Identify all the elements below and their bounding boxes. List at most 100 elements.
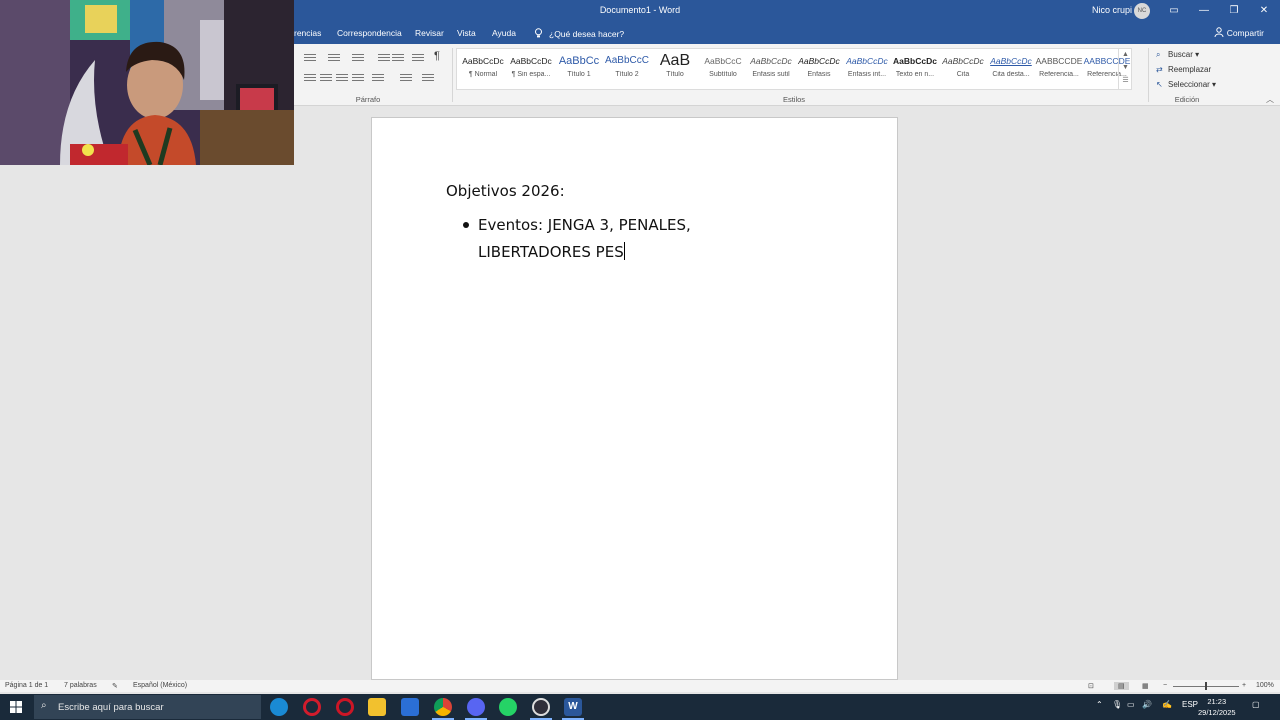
chrome-icon[interactable] (434, 698, 452, 716)
tab-view[interactable]: Vista (457, 28, 476, 38)
print-layout-icon[interactable]: ▤ (1114, 682, 1129, 690)
style-subtle-emphasis[interactable]: AaBbCcDc Énfasis sutil (747, 53, 795, 87)
opera-icon[interactable] (336, 698, 354, 716)
bullet-text-line-1[interactable]: Eventos: JENGA 3, PENALES, (478, 216, 691, 234)
style-no-spacing[interactable]: AaBbCcDc ¶ Sin espa... (507, 53, 555, 87)
style-name: Título 1 (567, 71, 591, 78)
microsoft-store-icon[interactable] (401, 698, 419, 716)
chevron-down-icon[interactable]: ▼ (1119, 61, 1132, 74)
clock[interactable]: 21:23 29/12/2025 (1198, 696, 1236, 718)
style-name: Cita (956, 71, 970, 78)
share-label: Compartir (1226, 28, 1264, 38)
more-styles-icon[interactable]: ☰ (1119, 74, 1132, 87)
style-sample: AaBbCcDc (942, 56, 984, 66)
zoom-out-button[interactable]: − (1163, 682, 1167, 689)
proofing-icon[interactable]: ✎ (112, 682, 118, 690)
notifications-icon[interactable]: ▢ (1252, 700, 1260, 709)
style-heading-1[interactable]: AaBbCc Título 1 (555, 53, 603, 87)
start-button[interactable] (0, 694, 32, 720)
select-button[interactable]: ↖ Seleccionar ▾ (1156, 77, 1216, 92)
numbering-icon[interactable] (328, 52, 340, 62)
shading-icon[interactable] (400, 72, 412, 82)
pen-icon[interactable]: ✍ (1162, 700, 1172, 709)
style-intense-emphasis[interactable]: AaBbCcDc Énfasis int... (843, 53, 891, 87)
edge-icon[interactable] (270, 698, 288, 716)
ribbon-display-icon[interactable]: ▭ (1164, 3, 1184, 19)
style-quote[interactable]: AaBbCcDc Cita (939, 53, 987, 87)
web-layout-icon[interactable]: ▦ (1142, 682, 1149, 690)
decrease-indent-icon[interactable] (378, 52, 390, 62)
bullet-text-line-2[interactable]: LIBERTADORES PES (478, 242, 625, 261)
borders-icon[interactable] (422, 72, 434, 82)
tell-me-box[interactable]: ¿Qué desea hacer? (534, 28, 624, 39)
zoom-level[interactable]: 100% (1256, 682, 1274, 689)
opera-gx-icon[interactable] (303, 698, 321, 716)
word-count[interactable]: 7 palabras (64, 682, 97, 689)
user-name[interactable]: Nico crupi (1092, 5, 1132, 15)
show-formatting-icon[interactable]: ¶ (434, 50, 440, 62)
document-page[interactable]: Objetivos 2026: Eventos: JENGA 3, PENALE… (371, 117, 898, 680)
collapse-ribbon-icon[interactable]: ︿ (1266, 94, 1274, 105)
tab-help[interactable]: Ayuda (492, 28, 516, 38)
style-subtitle[interactable]: AaBbCcC Subtítulo (699, 53, 747, 87)
file-explorer-icon[interactable] (368, 698, 386, 716)
style-name: Énfasis int... (847, 71, 887, 78)
tab-review[interactable]: Revisar (415, 28, 444, 38)
style-name: Título (666, 71, 684, 78)
whatsapp-icon[interactable] (499, 698, 517, 716)
zoom-slider-thumb[interactable] (1205, 682, 1207, 690)
styles-gallery-scroll[interactable]: ▲ ▼ ☰ (1118, 48, 1132, 90)
language-indicator[interactable]: Español (México) (133, 682, 187, 689)
align-left-icon[interactable] (304, 72, 316, 82)
find-button[interactable]: ⌕ Buscar ▾ (1156, 47, 1216, 62)
lightbulb-icon (535, 28, 542, 38)
ribbon-separator (1148, 48, 1149, 102)
style-sample: AaBbCc (558, 55, 600, 67)
style-heading-2[interactable]: AaBbCcC Título 2 (603, 53, 651, 87)
close-button[interactable]: ✕ (1254, 3, 1274, 19)
focus-mode-icon[interactable]: ⊡ (1088, 682, 1094, 690)
style-name: Referencia... (1039, 71, 1079, 78)
line-spacing-icon[interactable] (372, 72, 384, 82)
style-emphasis[interactable]: AaBbCcDc Énfasis (795, 53, 843, 87)
search-icon: ⌕ (41, 700, 47, 711)
align-right-icon[interactable] (336, 72, 348, 82)
input-language[interactable]: ESP (1182, 700, 1198, 709)
multilevel-list-icon[interactable] (352, 52, 364, 62)
word-icon[interactable]: W (564, 698, 582, 716)
style-subtle-reference[interactable]: AABBCCDE Referencia... (1035, 53, 1083, 87)
restore-button[interactable]: ❐ (1224, 3, 1244, 19)
align-center-icon[interactable] (320, 72, 332, 82)
user-avatar[interactable]: NC (1134, 3, 1150, 19)
zoom-in-button[interactable]: + (1242, 682, 1246, 689)
editing-group-label: Edición (1174, 95, 1200, 104)
replace-button[interactable]: ⇄ Reemplazar (1156, 62, 1216, 77)
increase-indent-icon[interactable] (392, 52, 404, 62)
style-strong[interactable]: AaBbCcDc Texto en n... (891, 53, 939, 87)
style-normal[interactable]: AaBbCcDc ¶ Normal (459, 53, 507, 87)
chevron-up-icon[interactable]: ▲ (1119, 48, 1132, 61)
tab-references[interactable]: rencias (294, 28, 321, 38)
taskbar-search[interactable]: ⌕ Escribe aquí para buscar (34, 695, 261, 719)
microphone-icon[interactable]: 🎙 (1112, 700, 1122, 709)
network-icon[interactable]: ▭ (1127, 700, 1135, 709)
discord-icon[interactable] (467, 698, 485, 716)
tab-mailings[interactable]: Correspondencia (337, 28, 402, 38)
share-button[interactable]: Compartir (1214, 27, 1264, 38)
obs-icon[interactable] (532, 698, 550, 716)
chevron-up-icon[interactable]: ⌃ (1096, 700, 1103, 709)
paragraph-group-label: Párrafo (355, 95, 381, 104)
document-heading[interactable]: Objetivos 2026: (446, 182, 565, 200)
style-title[interactable]: AaB Título (651, 53, 699, 87)
justify-icon[interactable] (352, 72, 364, 82)
person-icon (1214, 27, 1224, 38)
bullets-icon[interactable] (304, 52, 316, 62)
page-count[interactable]: Página 1 de 1 (5, 682, 48, 689)
streamer-webcam-image (0, 0, 294, 165)
replace-icon: ⇄ (1156, 65, 1163, 74)
style-name: Título 2 (615, 71, 639, 78)
style-intense-quote[interactable]: AaBbCcDc Cita desta... (987, 53, 1035, 87)
volume-icon[interactable]: 🔊 (1142, 700, 1152, 709)
minimize-button[interactable]: — (1194, 3, 1214, 19)
sort-icon[interactable] (412, 52, 424, 62)
